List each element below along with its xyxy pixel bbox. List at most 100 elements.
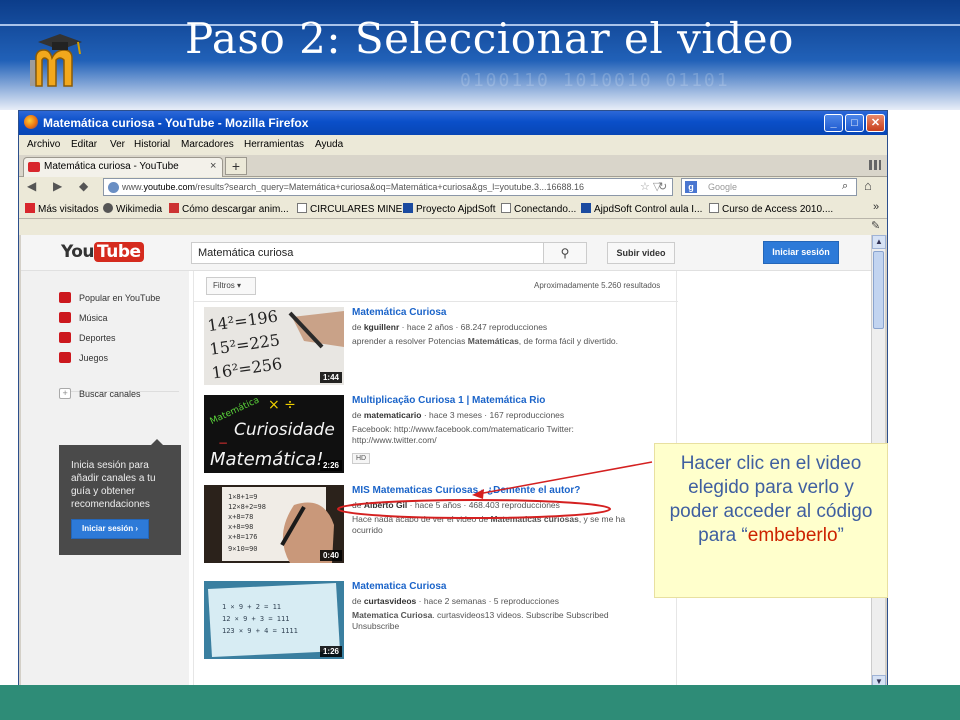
bookmark-label: Proyecto AjpdSoft — [416, 204, 496, 215]
video-duration: 0:40 — [319, 550, 342, 561]
search-bar[interactable]: g Google ⌕ — [681, 178, 857, 196]
headphones-icon — [59, 312, 71, 323]
filters-label: Filtros — [213, 281, 235, 290]
close-button[interactable]: ✕ — [866, 114, 885, 132]
search-icon[interactable]: ⌕ — [842, 180, 848, 193]
menu-archivo[interactable]: Archivo — [27, 139, 60, 150]
bookmark-item[interactable]: Conectando... — [501, 203, 576, 215]
home-icon[interactable]: ⌂ — [864, 178, 872, 193]
wrench-icon[interactable]: ✎ — [871, 219, 880, 232]
hd-badge: HD — [352, 453, 371, 464]
filters-dropdown[interactable]: Filtros ▾ — [206, 277, 256, 295]
bookmark-item[interactable]: Más visitados — [25, 203, 99, 215]
channel-link[interactable]: matematicario — [364, 410, 422, 420]
url-text[interactable]: www.youtube.com/results?search_query=Mat… — [122, 182, 622, 192]
video-description: Hace nada acabo de ver el video de Matem… — [352, 514, 652, 536]
youtube-sidebar: Popular en YouTube Música Deportes Juego… — [21, 271, 189, 689]
tab-youtube[interactable]: Matemática curiosa - YouTube × — [23, 157, 223, 177]
video-duration: 2:26 — [319, 460, 342, 471]
window-title: Matemática curiosa - YouTube - Mozilla F… — [43, 116, 309, 130]
bookmark-item[interactable]: Curso de Access 2010.... — [709, 203, 833, 215]
new-tab-button[interactable]: + — [225, 157, 247, 175]
svg-text:x+8=176: x+8=176 — [228, 533, 258, 541]
maximize-button[interactable]: □ — [845, 114, 864, 132]
url-bar[interactable]: www.youtube.com/results?search_query=Mat… — [103, 178, 673, 196]
youtube-search-button[interactable]: ⚲ — [543, 242, 587, 264]
instruction-callout: Hacer clic en el video elegido para verl… — [654, 443, 888, 598]
bookmark-item[interactable]: CIRCULARES MINED — [297, 203, 409, 215]
desc-bold: Matematica Curiosa — [352, 610, 433, 620]
scroll-up-icon[interactable]: ▲ — [872, 235, 886, 249]
promo-signin-button[interactable]: Iniciar sesión › — [71, 519, 149, 539]
bookmark-item[interactable]: AjpdSoft Control aula I... — [581, 203, 702, 215]
scrollbar-thumb[interactable] — [873, 251, 884, 329]
thumb-line-2: Matemática! — [210, 449, 323, 470]
signin-button[interactable]: Iniciar sesión — [763, 241, 839, 264]
tab-close-icon[interactable]: × — [210, 160, 216, 172]
svg-text:12 × 9 + 3 = 111: 12 × 9 + 3 = 111 — [222, 615, 289, 623]
results-panel: Filtros ▾ Aproximadamente 5.260 resultad… — [193, 271, 678, 689]
channel-link[interactable]: Alberto Gil — [364, 500, 407, 510]
gamepad-icon — [59, 352, 71, 363]
callout-highlight: embeberlo — [747, 525, 838, 546]
video-thumbnail[interactable]: 1 × 9 + 2 = 11 12 × 9 + 3 = 111 123 × 9 … — [204, 581, 344, 659]
bookmark-icon — [25, 203, 35, 213]
ajpdsoft-icon — [403, 203, 413, 213]
sidebar-item-label: Popular en YouTube — [79, 293, 161, 303]
channel-link[interactable]: curtasvideos — [364, 596, 416, 606]
folder-icon — [709, 203, 719, 213]
back-arrow-icon[interactable]: ◀ — [27, 179, 36, 193]
video-duration: 1:26 — [319, 646, 342, 657]
svg-text:x+8=78: x+8=78 — [228, 513, 253, 521]
google-engine-icon[interactable]: g — [685, 181, 697, 193]
meta-text: · hace 3 meses · 167 reproducciones — [421, 410, 565, 420]
video-title-link[interactable]: Matematica Curiosa — [352, 581, 446, 592]
menu-herramientas[interactable]: Herramientas — [244, 139, 304, 150]
bookmark-label: Cómo descargar anim... — [182, 204, 289, 215]
channel-link[interactable]: kguillenr — [364, 322, 399, 332]
result-count: Aproximadamente 5.260 resultados — [534, 281, 661, 290]
desc-text: aprender a resolver Potencias — [352, 336, 468, 346]
youtube-logo[interactable]: You Tube — [61, 242, 144, 264]
secondary-toolbar: ✎ — [19, 219, 887, 235]
desc-bold: Matemáticas — [467, 336, 519, 346]
video-title-link[interactable]: MIS Matematicas Curiosas - ¿Demente el a… — [352, 485, 580, 496]
upload-button[interactable]: Subir video — [607, 242, 675, 264]
meta-text: · hace 2 semanas · 5 reproducciones — [416, 596, 559, 606]
bookmark-item[interactable]: Wikimedia — [103, 203, 162, 215]
menu-ayuda[interactable]: Ayuda — [315, 139, 343, 150]
tab-bar: Matemática curiosa - YouTube × + — [19, 155, 887, 177]
youtube-search-input[interactable]: Matemática curiosa — [191, 242, 544, 264]
menu-editar[interactable]: Editar — [71, 139, 97, 150]
video-meta: de curtasvideos · hace 2 semanas · 5 rep… — [352, 596, 559, 606]
video-meta: de kguillenr · hace 2 años · 68.247 repr… — [352, 322, 548, 332]
minimize-button[interactable]: _ — [824, 114, 843, 132]
menu-historial[interactable]: Historial — [134, 139, 170, 150]
video-result[interactable]: 14²=196 15²=225 16²=256 1:44 Matemática … — [204, 307, 674, 387]
desc-bold: Matematicas curiosas — [490, 514, 579, 524]
bookmark-item[interactable]: Cómo descargar anim... — [169, 203, 289, 215]
video-thumbnail[interactable]: Matemática × ÷ Curiosidade Matemática! −… — [204, 395, 344, 473]
youtube-header: You Tube Matemática curiosa ⚲ Subir video… — [21, 235, 871, 271]
window-titlebar[interactable]: Matemática curiosa - YouTube - Mozilla F… — [19, 111, 887, 135]
video-result-target[interactable]: 1×8+1=9 12×8+2=98 x+8=78 x+8=98 x+8=176 … — [204, 485, 674, 565]
menu-marcadores[interactable]: Marcadores — [181, 139, 234, 150]
video-thumbnail[interactable]: 14²=196 15²=225 16²=256 1:44 — [204, 307, 344, 385]
history-icon[interactable]: ◆ — [79, 179, 88, 193]
bookmark-label: Conectando... — [514, 204, 577, 215]
chevron-more-icon[interactable]: » — [873, 201, 879, 213]
bookmark-item[interactable]: Proyecto AjpdSoft — [403, 203, 496, 215]
site-identity-icon[interactable] — [108, 182, 119, 193]
video-title-link[interactable]: Multiplicação Curiosa 1 | Matemática Rio — [352, 395, 545, 406]
svg-text:x+8=98: x+8=98 — [228, 523, 253, 531]
svg-text:× ÷: × ÷ — [268, 397, 296, 413]
slide-title: Paso 2: Seleccionar el video — [185, 14, 794, 63]
video-title-link[interactable]: Matemática Curiosa — [352, 307, 446, 318]
reload-icon[interactable]: ↻ — [658, 180, 667, 193]
forward-arrow-icon[interactable]: ▶ — [53, 179, 62, 193]
video-result[interactable]: 1 × 9 + 2 = 11 12 × 9 + 3 = 111 123 × 9 … — [204, 581, 674, 661]
menu-ver[interactable]: Ver — [110, 139, 125, 150]
tab-list-icon[interactable] — [869, 160, 881, 170]
video-result[interactable]: Matemática × ÷ Curiosidade Matemática! −… — [204, 395, 674, 475]
video-thumbnail[interactable]: 1×8+1=9 12×8+2=98 x+8=78 x+8=98 x+8=176 … — [204, 485, 344, 563]
